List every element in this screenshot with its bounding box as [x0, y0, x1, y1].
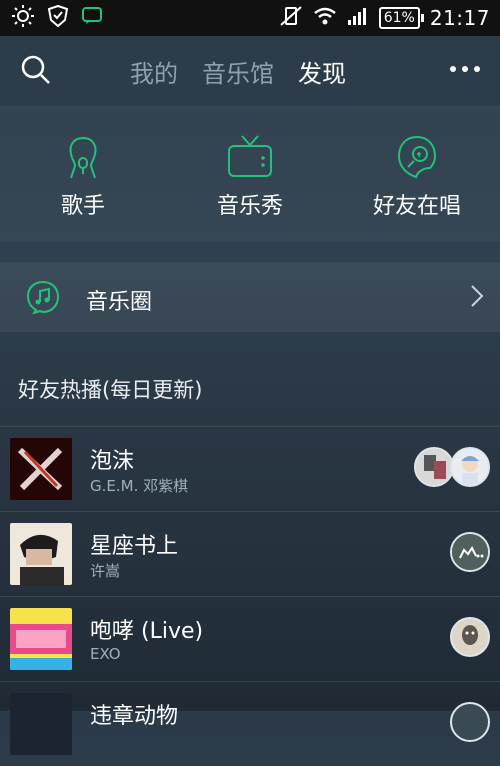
list-item[interactable]: 违章动物	[0, 681, 500, 766]
chevron-right-icon	[470, 284, 484, 312]
friend-avatars[interactable]	[450, 702, 490, 742]
song-title: 星座书上	[90, 534, 179, 559]
song-artist: EXO	[90, 645, 121, 663]
tab-bar: 我的 音乐馆 发现	[130, 54, 346, 89]
list-item[interactable]: 咆哮 (Live) EXO	[0, 596, 500, 681]
friend-avatars[interactable]	[414, 447, 490, 487]
battery-indicator: 61%	[378, 7, 424, 29]
list-item[interactable]: 泡沫 G.E.M. 邓紫棋	[0, 426, 500, 511]
friend-avatars[interactable]	[450, 617, 490, 657]
friends-hot-title: 好友热播(每日更新)	[18, 378, 203, 402]
album-cover	[10, 438, 72, 500]
song-title: 违章动物	[90, 704, 179, 729]
tab-discover[interactable]: 发现	[298, 54, 346, 89]
music-show-button[interactable]: 音乐秀	[180, 134, 320, 220]
avatar[interactable]	[450, 617, 490, 657]
search-icon[interactable]	[20, 54, 52, 86]
singers-button[interactable]: 歌手	[13, 134, 153, 220]
shield-icon	[47, 4, 69, 31]
friends-singing-button[interactable]: 好友在唱	[347, 134, 487, 220]
music-note-icon	[26, 280, 60, 315]
singer-icon	[13, 134, 153, 182]
wifi-icon	[313, 6, 337, 30]
album-cover	[10, 523, 72, 585]
list-item[interactable]: 星座书上 许嵩	[0, 511, 500, 596]
chat-icon	[82, 7, 102, 29]
avatar[interactable]	[450, 447, 490, 487]
song-artist: 许嵩	[90, 562, 121, 580]
tv-icon	[180, 134, 320, 182]
music-circle-label: 音乐圈	[86, 290, 153, 315]
karaoke-icon	[347, 134, 487, 182]
song-artist: G.E.M. 邓紫棋	[90, 477, 189, 495]
friends-singing-label: 好友在唱	[372, 194, 461, 219]
song-title: 咆哮 (Live)	[90, 619, 204, 644]
status-bar: 61% 21:17	[0, 0, 500, 36]
avatar[interactable]	[450, 702, 490, 742]
more-menu-icon[interactable]	[450, 66, 480, 72]
clock: 21:17	[429, 6, 490, 30]
tab-mine[interactable]: 我的	[130, 54, 178, 89]
singers-label: 歌手	[60, 194, 105, 219]
friend-avatars[interactable]	[450, 532, 490, 572]
signal-icon	[347, 6, 369, 30]
vibrate-off-icon	[279, 5, 303, 31]
avatar[interactable]	[414, 447, 454, 487]
tab-music-hall[interactable]: 音乐馆	[202, 54, 274, 89]
album-cover	[10, 608, 72, 670]
album-cover	[10, 693, 72, 755]
music-circle-row[interactable]: 音乐圈	[0, 262, 500, 332]
avatar[interactable]	[450, 532, 490, 572]
brightness-icon	[12, 5, 34, 31]
friends-hot-list: 泡沫 G.E.M. 邓紫棋 星座书上 许嵩 咆哮 (Live) EXO 违章动物	[0, 426, 500, 766]
song-title: 泡沫	[90, 449, 135, 474]
quick-actions: 歌手 音乐秀 好友在唱	[0, 106, 500, 242]
music-show-label: 音乐秀	[216, 194, 283, 219]
top-navigation: 我的 音乐馆 发现	[0, 36, 500, 106]
